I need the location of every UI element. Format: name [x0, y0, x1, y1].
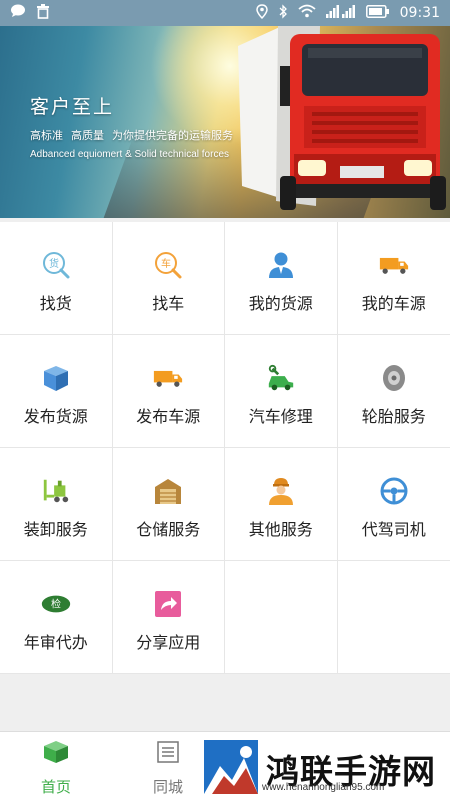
grid-item-my-goods[interactable]: 我的货源	[225, 222, 338, 335]
tab-home-label: 首页	[41, 776, 71, 797]
grid-item-label: 发布车源	[136, 403, 200, 427]
list-icon	[156, 740, 180, 768]
person-icon	[266, 250, 296, 280]
banner-sub-2: 高质量	[71, 129, 104, 142]
grid-item-other-service[interactable]: 其他服务	[225, 448, 338, 561]
banner-text: 客户至上 高标准高质量为你提供完备的运输服务 Adbanced equiomer…	[30, 92, 241, 160]
banner-sub-3: 为你提供完备的运输服务	[112, 129, 233, 142]
location-icon	[256, 4, 268, 23]
status-bar: 09:31	[0, 0, 450, 26]
grid-item-label: 汽车修理	[249, 403, 313, 427]
trash-icon	[36, 4, 50, 23]
site-watermark: 鸿联手游网 www.henanhonglian95.com	[204, 740, 450, 798]
grid-item-label: 我的车源	[362, 290, 426, 314]
inspection-badge-text: 检	[51, 598, 61, 611]
grid-item-my-trucks[interactable]: 我的车源	[338, 222, 450, 335]
grid-item-find-truck[interactable]: 车 找车	[113, 222, 226, 335]
watermark-logo	[204, 740, 258, 798]
banner-sub-1: 高标准	[30, 129, 63, 142]
grid-item-label: 我的货源	[249, 290, 313, 314]
grid-item-annual-inspection[interactable]: 检 年审代办	[0, 561, 113, 674]
battery-icon	[366, 5, 390, 22]
banner-english: Adbanced equiomert & Solid technical for…	[30, 149, 241, 160]
grid-empty-cell	[225, 561, 338, 674]
bluetooth-icon	[278, 4, 288, 23]
grid-item-car-repair[interactable]: 汽车修理	[225, 335, 338, 448]
grid-item-label: 年审代办	[24, 629, 88, 653]
worker-icon	[266, 476, 296, 506]
grid-item-find-goods[interactable]: 货 找货	[0, 222, 113, 335]
grid-item-tire-service[interactable]: 轮胎服务	[338, 335, 450, 448]
promo-banner[interactable]: 客户至上 高标准高质量为你提供完备的运输服务 Adbanced equiomer…	[0, 26, 450, 218]
truck-icon	[153, 363, 183, 393]
grid-item-publish-goods[interactable]: 发布货源	[0, 335, 113, 448]
grid-item-label: 分享应用	[136, 629, 200, 653]
car-repair-icon	[266, 363, 296, 393]
grid-item-label: 轮胎服务	[362, 403, 426, 427]
inspection-badge-icon: 检	[41, 589, 71, 619]
grid-item-label: 仓储服务	[136, 516, 200, 540]
tab-home[interactable]: 首页	[26, 740, 86, 797]
grid-item-publish-trucks[interactable]: 发布车源	[113, 335, 226, 448]
steering-wheel-icon	[379, 476, 409, 506]
grid-item-label: 找货	[40, 290, 72, 314]
warehouse-icon	[153, 476, 183, 506]
grid-item-label: 其他服务	[249, 516, 313, 540]
svg-text:车: 车	[161, 257, 171, 270]
wifi-icon	[298, 4, 316, 22]
grid-empty-cell	[338, 561, 450, 674]
tire-icon	[379, 363, 409, 393]
banner-headline: 客户至上	[30, 92, 241, 119]
grid-item-loading-service[interactable]: 装卸服务	[0, 448, 113, 561]
box-icon	[41, 363, 71, 393]
search-goods-icon: 货	[41, 250, 71, 280]
tab-city-label: 同城	[153, 776, 183, 797]
clock-time: 09:31	[400, 5, 440, 21]
grid-item-share-app[interactable]: 分享应用	[113, 561, 226, 674]
grid-item-label: 发布货源	[24, 403, 88, 427]
signal-icon	[326, 5, 356, 22]
home-box-icon	[42, 740, 70, 768]
grid-item-designated-driver[interactable]: 代驾司机	[338, 448, 450, 561]
grid-item-label: 找车	[152, 290, 184, 314]
share-icon	[153, 589, 183, 619]
grid-item-label: 代驾司机	[362, 516, 426, 540]
banner-subtitle: 高标准高质量为你提供完备的运输服务	[30, 127, 241, 143]
tab-city[interactable]: 同城	[138, 740, 198, 797]
service-grid: 货 找货 车 找车 我的货源 我的车源 发布货源 发布车源	[0, 222, 450, 674]
watermark-url: www.henanhonglian95.com	[262, 782, 384, 793]
grid-item-storage-service[interactable]: 仓储服务	[113, 448, 226, 561]
search-truck-icon: 车	[153, 250, 183, 280]
truck-illustration	[220, 26, 450, 218]
truck-icon	[379, 250, 409, 280]
svg-text:货: 货	[49, 257, 59, 270]
grid-item-label: 装卸服务	[24, 516, 88, 540]
chat-icon	[10, 4, 26, 22]
forklift-icon	[41, 476, 71, 506]
